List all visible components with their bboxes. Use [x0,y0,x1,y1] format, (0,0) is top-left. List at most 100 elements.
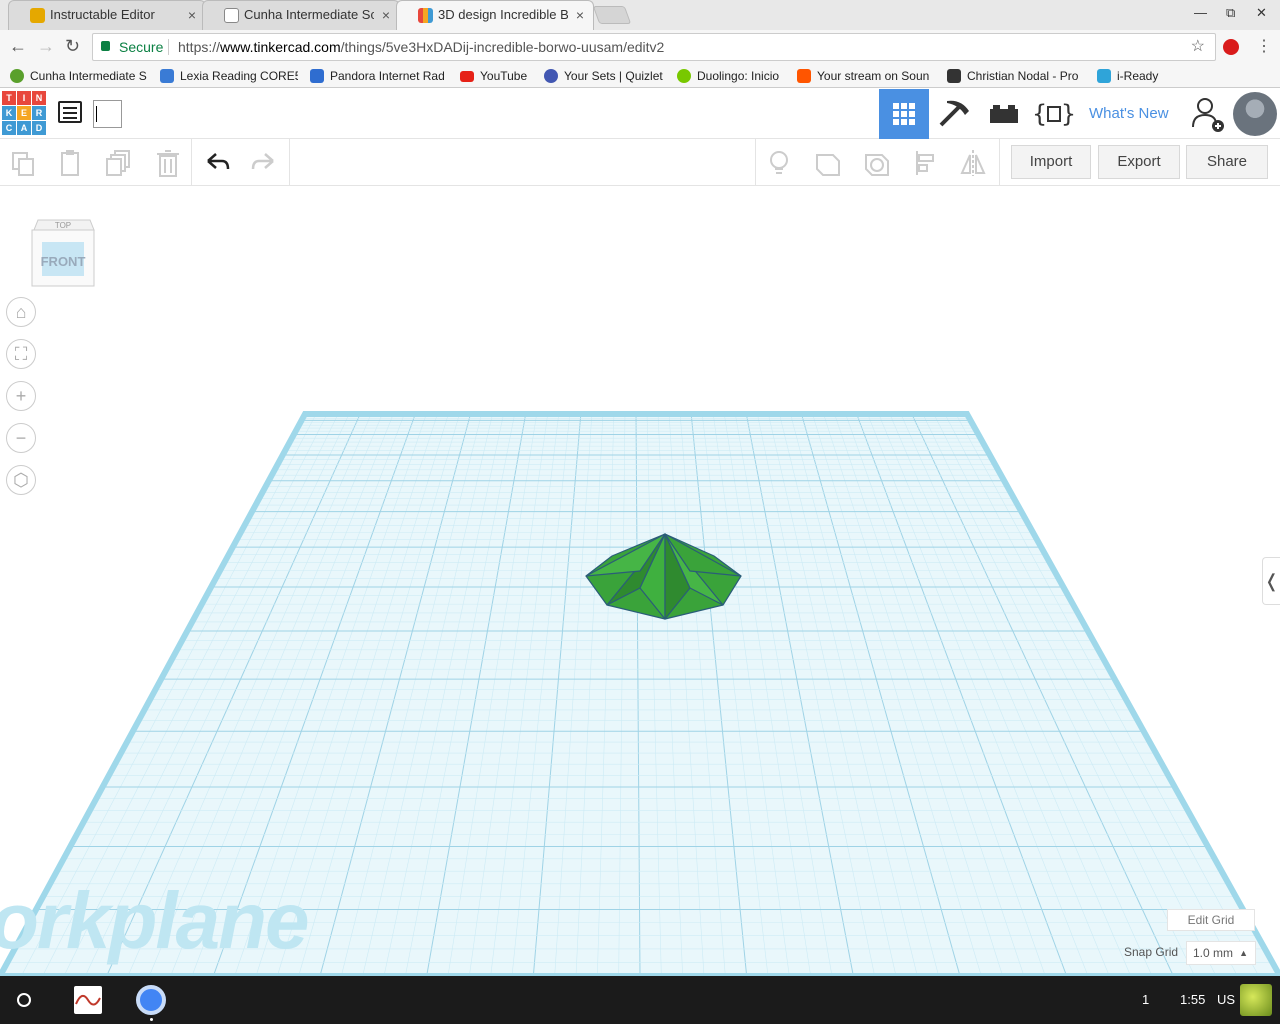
mirror-icon[interactable] [956,147,990,179]
zoom-out-icon[interactable]: − [6,423,36,453]
snap-grid-select[interactable]: 1.0 mm ▲ [1186,941,1256,965]
back-arrow-icon[interactable]: ← [9,36,27,56]
duplicate-icon[interactable] [103,147,137,179]
document-favicon-icon [224,8,239,23]
bookmark-star-icon[interactable]: ☆ [1191,34,1205,60]
design-name-input[interactable] [93,100,122,128]
undo-icon[interactable] [200,147,234,179]
secure-label: Secure [119,39,164,55]
address-toolbar: ← → ↻ Secure https://www.tinkercad.com/t… [0,30,1280,64]
tab-cunha-intermediate[interactable]: Cunha Intermediate Sch × [202,0,400,30]
bookmarks-bar: Cunha Intermediate S Lexia Reading CORE5… [0,64,1280,88]
soundcloud-icon [797,69,811,83]
workplane-grid[interactable] [0,187,1280,976]
import-button[interactable]: Import [1011,145,1091,179]
bookmark-duolingo[interactable]: Duolingo: Inicio [675,67,789,85]
workplane-label: orkplane [0,876,309,965]
tinkercad-header: T I N K E R C A D {} What's New [0,89,1280,139]
bookmark-lexia[interactable]: Lexia Reading CORE5 [158,67,298,85]
close-tab-icon[interactable]: × [382,0,390,30]
collapse-panel-icon[interactable]: ❬ [1262,557,1280,605]
hole-shape-icon[interactable] [860,147,894,179]
home-view-icon[interactable]: ⌂ [6,297,36,327]
view-cube-front-label: FRONT [41,254,86,269]
caret-up-icon: ▲ [1239,948,1248,958]
clock[interactable]: 1:55 [1180,992,1205,1007]
restore-icon[interactable]: ⧉ [1226,5,1235,21]
input-locale[interactable]: US [1217,992,1235,1007]
graph-app-icon[interactable] [74,986,102,1014]
svg-text:{ }: { } [1032,100,1075,128]
close-window-icon[interactable]: ✕ [1256,5,1267,21]
tab-tinkercad-design[interactable]: 3D design Incredible Bor × [396,0,594,30]
add-user-icon [1192,98,1224,132]
tinkercad-logo[interactable]: T I N K E R C A D [2,91,46,135]
bookmark-favicon-icon [310,69,324,83]
reload-icon[interactable]: ↻ [65,36,80,56]
lock-icon [101,41,110,51]
3d-design-view-button[interactable] [879,89,929,139]
share-button[interactable]: Share [1186,145,1268,179]
fit-view-icon[interactable]: ⛶ [6,339,36,369]
blocks-view-button[interactable] [929,89,979,139]
align-icon[interactable] [909,147,943,179]
snap-grid-label: Snap Grid [1124,945,1179,959]
trash-icon[interactable] [151,147,185,179]
solid-shape-icon[interactable] [811,147,845,179]
tinkercad-favicon-icon [418,8,433,23]
redo-icon[interactable] [247,147,281,179]
view-cube-top-label: TOP [55,221,71,230]
codeblocks-view-button[interactable]: { } [1029,89,1079,139]
edit-grid-button[interactable]: Edit Grid [1167,909,1255,931]
bookmark-favicon-icon [10,69,24,83]
notification-count[interactable]: 1 [1142,992,1149,1007]
brick-icon [990,105,1018,123]
3d-workspace[interactable]: orkplane TOP FRONT ⌂ ⛶ + − ⬡ ❬ Edit Grid… [0,187,1280,976]
add-user-button[interactable] [1183,89,1233,139]
lightbulb-icon[interactable] [762,147,796,179]
bookmark-pandora[interactable]: Pandora Internet Rad [308,67,448,85]
design-list-icon[interactable] [58,101,82,123]
minimize-icon[interactable]: — [1194,5,1207,20]
avatar[interactable] [1233,92,1277,136]
url-text: https://www.tinkercad.com/things/5ve3HxD… [178,39,665,55]
browser-tabstrip: Instructable Editor × Cunha Intermediate… [0,0,1280,30]
address-bar[interactable]: Secure https://www.tinkercad.com/things/… [92,33,1216,61]
bricks-view-button[interactable] [979,89,1029,139]
edit-toolbar: Import Export Share [0,139,1280,186]
youtube-icon [460,71,474,82]
whats-new-link[interactable]: What's New [1089,105,1169,122]
bookmark-christian-nodal[interactable]: Christian Nodal - Pro [945,67,1085,85]
duolingo-icon [677,69,691,83]
close-tab-icon[interactable]: × [576,0,584,30]
bookmark-cunha[interactable]: Cunha Intermediate S [8,67,148,85]
pickaxe-icon [939,100,969,127]
export-button[interactable]: Export [1098,145,1180,179]
user-tray-avatar[interactable] [1240,984,1272,1016]
bookmark-quizlet[interactable]: Your Sets | Quizlet [542,67,670,85]
bookmark-iready[interactable]: i-Ready [1095,67,1165,85]
view-cube[interactable]: TOP FRONT [30,214,96,290]
bookmark-favicon-icon [947,69,961,83]
tab-instructable-editor[interactable]: Instructable Editor × [8,0,206,30]
code-braces-icon: { } [1032,100,1075,128]
chrome-icon[interactable] [136,985,166,1015]
bookmark-soundcloud[interactable]: Your stream on Soun [795,67,935,85]
close-tab-icon[interactable]: × [188,0,196,30]
bookmark-youtube[interactable]: YouTube [458,67,538,85]
iready-icon [1097,69,1111,83]
quizlet-icon [544,69,558,83]
browser-menu-icon[interactable]: ⋮ [1256,36,1272,56]
bookmark-favicon-icon [160,69,174,83]
instructables-favicon-icon [30,8,45,23]
paste-icon[interactable] [53,147,87,179]
copy-icon[interactable] [7,147,41,179]
zoom-in-icon[interactable]: + [6,381,36,411]
new-tab-button[interactable] [592,6,632,24]
perspective-icon[interactable]: ⬡ [6,465,36,495]
os-shelf: 1 1:55 US [0,976,1280,1024]
launcher-icon[interactable] [17,993,31,1007]
extension-icon[interactable] [1223,39,1239,55]
grid-icon [893,103,915,125]
forward-arrow-icon[interactable]: → [37,36,55,56]
